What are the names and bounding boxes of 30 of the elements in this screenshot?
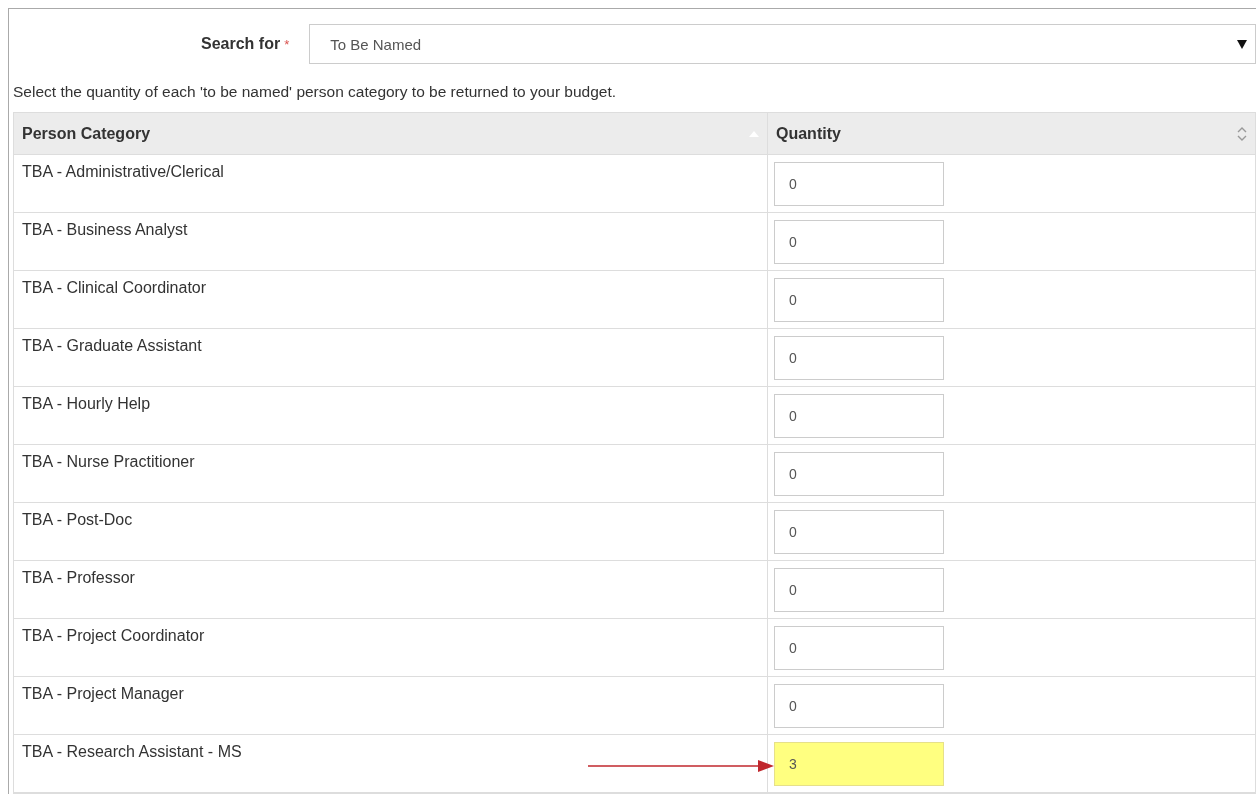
caret-icon [1237, 39, 1247, 49]
required-mark: * [284, 36, 290, 52]
search-label: Search for [201, 35, 281, 53]
search-dropdown[interactable]: To Be Named [309, 24, 1256, 64]
quantity-field[interactable]: 3 [774, 742, 944, 786]
quantity-field[interactable]: 0 [774, 452, 944, 496]
quantity-field[interactable]: 0 [774, 510, 944, 554]
column-header[interactable]: Person Category [14, 113, 768, 154]
quantity-field[interactable]: 0 [774, 220, 944, 264]
table-cell: TBA - Graduate Assistant [22, 337, 202, 354]
quantity-field[interactable]: 0 [774, 568, 944, 612]
table-cell: TBA - Project Coordinator [22, 627, 205, 644]
table-cell: TBA - Post-Doc [22, 511, 133, 528]
table-cell: TBA - Nurse Practitioner [22, 453, 195, 470]
instruction-text: Select the quantity of each 'to be named' person category to be returned to your budget. [13, 82, 618, 102]
table-cell: TBA - Business Analyst [22, 221, 188, 238]
quantity-field[interactable]: 0 [774, 626, 944, 670]
table-cell: TBA - Administrative/Clerical [22, 163, 224, 180]
quantity-field[interactable]: 0 [774, 684, 944, 728]
quantity-field[interactable]: 0 [774, 394, 944, 438]
table-cell: TBA - Professor [22, 569, 135, 586]
table-cell: TBA - Project Manager [22, 685, 184, 702]
table-cell: TBA - Hourly Help [22, 395, 151, 412]
quantity-field[interactable]: 0 [774, 336, 944, 380]
table-cell: TBA - Clinical Coordinator [22, 279, 207, 296]
sort-icon [1237, 126, 1247, 141]
column-header[interactable]: Quantity [768, 113, 1255, 154]
table-cell: TBA - Research Assistant - MS [22, 743, 242, 760]
quantity-field[interactable]: 0 [774, 278, 944, 322]
quantity-field[interactable]: 0 [774, 162, 944, 206]
